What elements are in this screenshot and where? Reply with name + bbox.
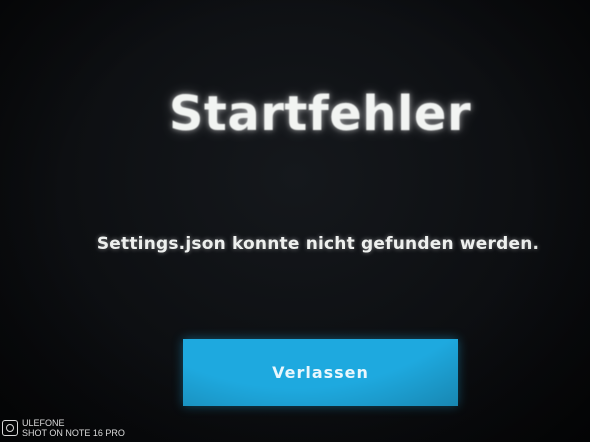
exit-button[interactable]: Verlassen — [183, 339, 458, 406]
error-screen: Startfehler Settings.json konnte nicht g… — [0, 0, 590, 442]
watermark-text: ULEFONE SHOT ON NOTE 16 PRO — [22, 418, 125, 438]
camera-watermark: ULEFONE SHOT ON NOTE 16 PRO — [2, 418, 125, 438]
error-title: Startfehler — [168, 86, 472, 142]
watermark-caption: SHOT ON NOTE 16 PRO — [22, 428, 125, 438]
watermark-brand: ULEFONE — [22, 418, 65, 428]
camera-icon — [2, 420, 18, 436]
exit-button-label: Verlassen — [272, 363, 369, 382]
error-message: Settings.json konnte nicht gefunden werd… — [96, 234, 540, 254]
